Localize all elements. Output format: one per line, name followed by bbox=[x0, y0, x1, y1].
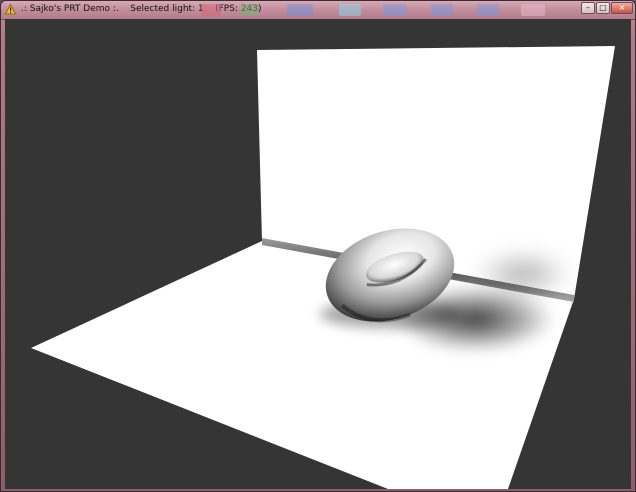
maximize-icon: □ bbox=[599, 3, 607, 12]
minimize-icon: – bbox=[586, 3, 590, 12]
close-icon: × bbox=[618, 3, 626, 12]
prt-scene[interactable] bbox=[5, 19, 631, 489]
maximize-button[interactable]: □ bbox=[596, 2, 610, 14]
close-button[interactable]: × bbox=[611, 2, 633, 14]
render-viewport[interactable] bbox=[5, 19, 631, 489]
minimize-button[interactable]: – bbox=[581, 2, 595, 14]
window-controls: – □ × bbox=[581, 2, 633, 16]
title-bar[interactable]: .: Sajko's PRT Demo :. Selected light: 1… bbox=[1, 1, 635, 20]
titlebar-glass-reflection bbox=[201, 3, 571, 17]
app-window: .: Sajko's PRT Demo :. Selected light: 1… bbox=[0, 0, 636, 492]
warning-icon bbox=[5, 4, 16, 15]
